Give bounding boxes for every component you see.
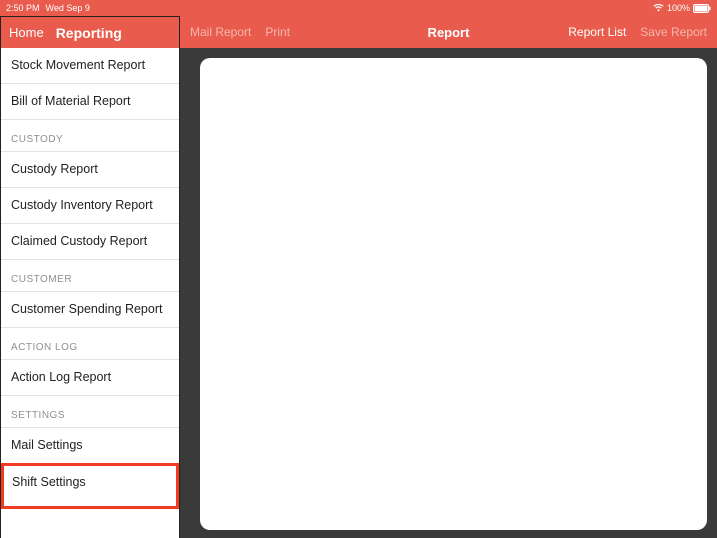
battery-percent: 100%: [667, 3, 690, 13]
sidebar-header-actionlog: ACTION LOG: [1, 328, 179, 360]
sidebar[interactable]: Stock Movement Report Bill of Material R…: [0, 48, 180, 538]
print-button[interactable]: Print: [265, 25, 290, 39]
main-area: [180, 48, 717, 538]
nav-home[interactable]: Home: [9, 25, 44, 40]
save-report-button[interactable]: Save Report: [640, 25, 707, 39]
sidebar-item-shift-settings[interactable]: Shift Settings: [1, 463, 179, 509]
sidebar-header-settings: SETTINGS: [1, 396, 179, 428]
sidebar-item-custody-inventory[interactable]: Custody Inventory Report: [1, 188, 179, 224]
status-date: Wed Sep 9: [46, 3, 90, 13]
sidebar-item-bill-of-material[interactable]: Bill of Material Report: [1, 84, 179, 120]
wifi-icon: [653, 4, 664, 12]
sidebar-item-mail-settings[interactable]: Mail Settings: [1, 428, 179, 464]
report-canvas: [200, 58, 707, 530]
top-bar: Home Reporting Mail Report Print Report …: [0, 16, 717, 48]
content-area: Stock Movement Report Bill of Material R…: [0, 48, 717, 538]
top-nav-left: Home Reporting: [0, 16, 180, 48]
sidebar-item-custody-report[interactable]: Custody Report: [1, 152, 179, 188]
toolbar: Mail Report Print Report Report List Sav…: [180, 16, 717, 48]
sidebar-item-stock-movement[interactable]: Stock Movement Report: [1, 48, 179, 84]
battery-icon: [693, 4, 711, 13]
report-list-button[interactable]: Report List: [568, 25, 626, 39]
status-time: 2:50 PM: [6, 3, 40, 13]
nav-reporting[interactable]: Reporting: [56, 25, 122, 41]
app-root: 2:50 PM Wed Sep 9 100% Home Reporting Ma…: [0, 0, 717, 538]
page-title: Report: [428, 25, 470, 40]
sidebar-item-action-log[interactable]: Action Log Report: [1, 360, 179, 396]
sidebar-header-custody: CUSTODY: [1, 120, 179, 152]
mail-report-button[interactable]: Mail Report: [190, 25, 251, 39]
sidebar-header-customer: CUSTOMER: [1, 260, 179, 292]
status-bar: 2:50 PM Wed Sep 9 100%: [0, 0, 717, 16]
sidebar-item-customer-spending[interactable]: Customer Spending Report: [1, 292, 179, 328]
sidebar-item-claimed-custody[interactable]: Claimed Custody Report: [1, 224, 179, 260]
